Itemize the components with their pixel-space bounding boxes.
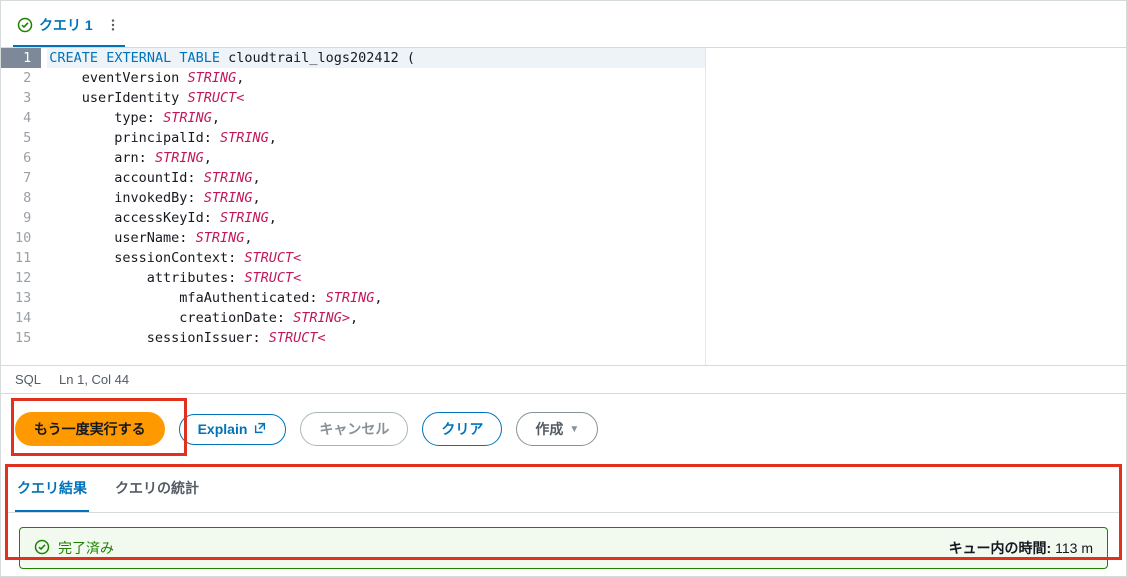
code-line[interactable]: CREATE EXTERNAL TABLE cloudtrail_logs202… xyxy=(47,48,705,68)
results-panel: クエリ結果 クエリの統計 完了済み キュー内の時間: 113 m xyxy=(1,464,1126,576)
editor-language: SQL xyxy=(15,372,41,387)
cancel-button: キャンセル xyxy=(300,412,408,446)
status-text: 完了済み xyxy=(58,538,114,558)
line-number: 10 xyxy=(1,228,41,248)
code-line[interactable]: userIdentity STRUCT< xyxy=(47,88,705,108)
code-content[interactable]: CREATE EXTERNAL TABLE cloudtrail_logs202… xyxy=(41,48,705,365)
create-button-label: 作成 xyxy=(535,419,563,439)
code-line[interactable]: userName: STRING, xyxy=(47,228,705,248)
explain-button[interactable]: Explain xyxy=(179,414,287,445)
success-check-icon xyxy=(17,17,33,33)
results-tabbar: クエリ結果 クエリの統計 xyxy=(5,464,1122,513)
code-line[interactable]: creationDate: STRING>, xyxy=(47,308,705,328)
line-number: 14 xyxy=(1,308,41,328)
cursor-position: Ln 1, Col 44 xyxy=(59,372,129,387)
code-line[interactable]: eventVersion STRING, xyxy=(47,68,705,88)
line-number: 6 xyxy=(1,148,41,168)
clear-button[interactable]: クリア xyxy=(422,412,502,446)
chevron-down-icon: ▼ xyxy=(569,424,579,435)
code-line[interactable]: sessionIssuer: STRUCT< xyxy=(47,328,705,348)
code-line[interactable]: accessKeyId: STRING, xyxy=(47,208,705,228)
line-number: 11 xyxy=(1,248,41,268)
sql-editor[interactable]: 123456789101112131415 CREATE EXTERNAL TA… xyxy=(1,48,1126,366)
queue-time-label: キュー内の時間: xyxy=(949,540,1052,556)
status-right: キュー内の時間: 113 m xyxy=(949,538,1093,558)
query-tab-label: クエリ 1 xyxy=(39,15,93,35)
editor-statusbar: SQL Ln 1, Col 44 xyxy=(1,366,1126,394)
code-line[interactable]: principalId: STRING, xyxy=(47,128,705,148)
line-number: 5 xyxy=(1,128,41,148)
query-status-box: 完了済み キュー内の時間: 113 m xyxy=(19,527,1108,569)
editor-right-pane xyxy=(706,48,1126,365)
run-again-button[interactable]: もう一度実行する xyxy=(15,412,165,446)
query-toolbar: もう一度実行する Explain キャンセル クリア 作成 ▼ xyxy=(1,394,1126,464)
code-line[interactable]: arn: STRING, xyxy=(47,148,705,168)
external-link-icon xyxy=(253,421,267,438)
line-number: 7 xyxy=(1,168,41,188)
query-tab-1[interactable]: クエリ 1 xyxy=(13,9,125,47)
code-line[interactable]: attributes: STRUCT< xyxy=(47,268,705,288)
create-button[interactable]: 作成 ▼ xyxy=(516,412,598,446)
explain-button-label: Explain xyxy=(198,421,248,437)
line-number: 8 xyxy=(1,188,41,208)
line-number-gutter: 123456789101112131415 xyxy=(1,48,41,365)
status-left: 完了済み xyxy=(34,538,114,558)
tab-query-results[interactable]: クエリ結果 xyxy=(15,472,89,512)
line-number: 15 xyxy=(1,328,41,348)
line-number: 12 xyxy=(1,268,41,288)
code-line[interactable]: type: STRING, xyxy=(47,108,705,128)
queue-time-value: 113 m xyxy=(1055,540,1093,556)
query-tabbar: クエリ 1 xyxy=(1,1,1126,48)
line-number: 2 xyxy=(1,68,41,88)
tab-query-stats[interactable]: クエリの統計 xyxy=(113,472,201,512)
line-number: 1 xyxy=(1,48,41,68)
tab-menu-kebab-icon[interactable] xyxy=(105,17,121,33)
line-number: 4 xyxy=(1,108,41,128)
code-line[interactable]: sessionContext: STRUCT< xyxy=(47,248,705,268)
code-line[interactable]: mfaAuthenticated: STRING, xyxy=(47,288,705,308)
success-check-icon xyxy=(34,539,50,558)
editor-main: 123456789101112131415 CREATE EXTERNAL TA… xyxy=(1,48,706,365)
line-number: 3 xyxy=(1,88,41,108)
code-line[interactable]: invokedBy: STRING, xyxy=(47,188,705,208)
line-number: 13 xyxy=(1,288,41,308)
code-line[interactable]: accountId: STRING, xyxy=(47,168,705,188)
app-root: クエリ 1 123456789101112131415 CREATE EXTER… xyxy=(0,0,1127,577)
line-number: 9 xyxy=(1,208,41,228)
